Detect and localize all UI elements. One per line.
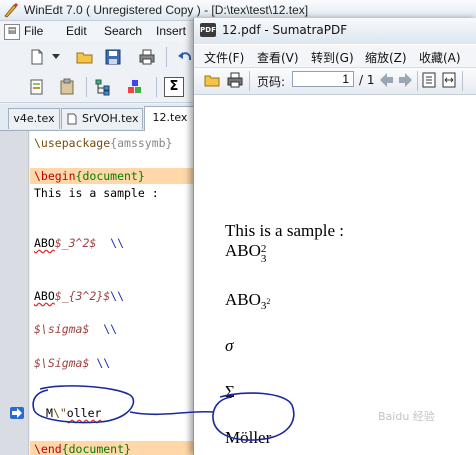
page-number-input[interactable] [292, 71, 354, 87]
fit-page-icon[interactable] [422, 72, 436, 88]
menu-file[interactable]: File [24, 24, 43, 38]
code-line: ABO$_{3^2}$\\ [34, 289, 125, 303]
page-total: / 1 [359, 73, 375, 87]
print-icon[interactable] [138, 48, 156, 66]
document-tabs: v4e.tex SrVOH.tex 12.tex [0, 104, 200, 131]
sumatra-title-bar[interactable]: PDF 12.pdf - SumatraPDF [194, 18, 476, 44]
code-line-current: M\"oller [46, 406, 102, 420]
blocks-icon[interactable] [126, 78, 144, 96]
tab-label: SrVOH.tex [82, 112, 139, 125]
sumatra-menubar: 文件(F) 查看(V) 转到(G) 缩放(Z) 收藏(A) [194, 45, 476, 68]
tab-label: v4e.tex [13, 112, 55, 125]
save-icon[interactable] [104, 48, 122, 66]
pdf-text-line: This is a sample : [225, 221, 344, 240]
prev-page-arrow-icon[interactable] [380, 73, 394, 87]
print-icon[interactable] [227, 72, 243, 88]
menu-edit[interactable]: Edit [66, 24, 87, 38]
code-line: $\Sigma$ \\ [34, 356, 111, 370]
winedt-title: WinEdt 7.0 ( Unregistered Copy ) - [D:\t… [24, 3, 309, 17]
sigma-insert-icon[interactable]: Σ [164, 77, 184, 97]
open-folder-icon[interactable] [76, 48, 94, 66]
file-icon [67, 113, 77, 125]
winedt-menubar: ▤ File Edit Search Insert [0, 21, 200, 41]
open-folder-icon[interactable] [204, 72, 220, 88]
sumatra-toolbar: 页码: / 1 [194, 68, 476, 95]
undo-icon[interactable] [176, 48, 194, 66]
new-dropdown-icon[interactable] [52, 54, 60, 60]
editor-pane[interactable]: \usepackage{amssymb} \begin{document} Th… [30, 131, 200, 455]
pdf-text-line: σ [225, 336, 234, 355]
pdf-text-line: ABO 2 3 [225, 241, 267, 265]
code-line: ABO$_3^2$ \\ [34, 236, 125, 250]
pdf-document-view[interactable]: This is a sample : ABO 2 3 ABO32 σ Σ Mölle… [194, 95, 476, 455]
tab-12tex[interactable]: 12.tex [144, 106, 196, 131]
code-line: \usepackage{amssymb} [34, 136, 173, 150]
paste-icon[interactable] [58, 78, 76, 96]
code-line-highlighted: \end{document} [30, 441, 200, 455]
tab-srvoh[interactable]: SrVOH.tex [61, 108, 143, 129]
watermark: Baidu 经验 [378, 410, 435, 423]
new-file-icon[interactable] [28, 48, 46, 66]
current-line-marker-icon [10, 407, 24, 419]
menu-insert[interactable]: Insert [156, 24, 186, 38]
pdf-text-line: Σ [225, 382, 235, 401]
next-page-arrow-icon[interactable] [398, 73, 412, 87]
menu-view-cn[interactable]: 查看(V) [257, 49, 299, 66]
page-clipboard-icon[interactable] [28, 78, 46, 96]
winedt-app-icon [4, 3, 18, 18]
tab-label: 12.tex [152, 111, 188, 124]
sumatra-title: 12.pdf - SumatraPDF [222, 23, 348, 37]
tree-icon[interactable] [94, 78, 112, 96]
pdf-text-line: Möller [225, 428, 272, 447]
menu-file-cn[interactable]: 文件(F) [204, 49, 244, 66]
page-label: 页码: [257, 75, 286, 89]
code-line-highlighted: \begin{document} [30, 168, 200, 184]
pdf-text-line: ABO32 [225, 290, 271, 312]
menu-zoom-cn[interactable]: 缩放(Z) [365, 49, 407, 66]
winedt-toolbar-2: Σ [0, 72, 200, 103]
pdf-app-icon: PDF [200, 23, 216, 37]
document-system-icon[interactable]: ▤ [4, 24, 20, 40]
menu-favorites-cn[interactable]: 收藏(A) [419, 49, 461, 66]
tab-v4e[interactable]: v4e.tex [8, 108, 60, 129]
winedt-toolbar-1 [0, 42, 200, 72]
sumatra-window: PDF 12.pdf - SumatraPDF 文件(F) 查看(V) 转到(G… [193, 18, 476, 455]
menu-search[interactable]: Search [104, 24, 142, 38]
menu-goto-cn[interactable]: 转到(G) [311, 49, 354, 66]
code-line: $\sigma$ \\ [34, 322, 118, 336]
fit-width-icon[interactable] [442, 72, 456, 88]
code-line: This is a sample : [34, 186, 159, 200]
